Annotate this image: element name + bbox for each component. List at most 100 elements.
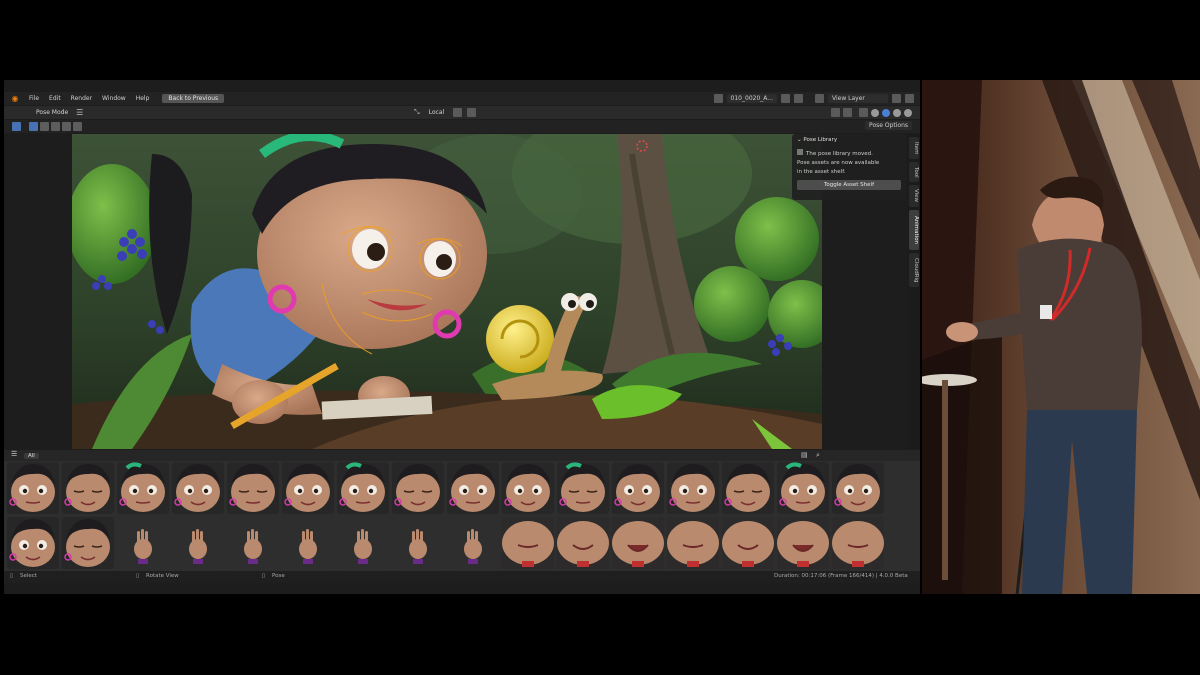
pose-options-dropdown[interactable]: Pose Options bbox=[865, 121, 912, 130]
pose-asset-thumbnail[interactable] bbox=[777, 517, 829, 569]
transform-tools: ⤡ Local bbox=[414, 106, 477, 119]
shading-controls bbox=[831, 106, 912, 119]
pose-asset-thumbnail[interactable] bbox=[612, 517, 664, 569]
tool-header: Pose Options bbox=[4, 120, 920, 133]
pose-library-title: Pose Library bbox=[803, 137, 838, 143]
status-rotate-view: Rotate View bbox=[146, 573, 179, 579]
solid-shading-icon[interactable] bbox=[882, 108, 890, 117]
top-menubar: ◉ File Edit Render Window Help Back to P… bbox=[4, 92, 920, 105]
pose-asset-thumbnail[interactable] bbox=[667, 517, 719, 569]
pose-asset-thumbnail[interactable] bbox=[7, 517, 59, 569]
delete-view-layer-icon[interactable] bbox=[905, 94, 914, 103]
pose-asset-thumbnail[interactable] bbox=[62, 517, 114, 569]
pose-asset-thumbnail[interactable] bbox=[337, 462, 389, 514]
search-icon[interactable]: ⌕ bbox=[816, 451, 820, 460]
pose-asset-thumbnail[interactable] bbox=[227, 462, 279, 514]
catalog-tab-all[interactable]: All bbox=[24, 452, 39, 459]
snap-icon[interactable] bbox=[467, 108, 477, 117]
pose-library-panel: ⌄ Pose Library The pose library moved. P… bbox=[792, 134, 906, 200]
pose-asset-thumbnail[interactable] bbox=[117, 462, 169, 514]
pose-asset-thumbnail[interactable] bbox=[612, 462, 664, 514]
pose-asset-thumbnail[interactable] bbox=[722, 462, 774, 514]
menu-render[interactable]: Render bbox=[66, 95, 97, 102]
pose-asset-thumbnail[interactable] bbox=[172, 517, 224, 569]
tab-animation[interactable]: Animation bbox=[909, 210, 919, 250]
pose-asset-thumbnail[interactable] bbox=[7, 462, 59, 514]
pose-asset-thumbnail[interactable] bbox=[282, 462, 334, 514]
pose-asset-thumbnail[interactable] bbox=[832, 462, 884, 514]
menu-icon[interactable]: ☰ bbox=[76, 108, 83, 117]
pose-asset-thumbnail[interactable] bbox=[502, 462, 554, 514]
scene-icon[interactable] bbox=[713, 94, 723, 103]
tab-item[interactable]: Item bbox=[909, 137, 919, 159]
pose-asset-thumbnail[interactable] bbox=[227, 517, 279, 569]
pose-asset-thumbnail[interactable] bbox=[777, 462, 829, 514]
3d-viewport[interactable] bbox=[72, 134, 822, 449]
pose-asset-thumbnail[interactable] bbox=[282, 517, 334, 569]
speaker-photo bbox=[922, 80, 1200, 594]
scene-selector[interactable]: 010_0020_A... bbox=[726, 94, 777, 103]
pose-library-line2: in the asset shelf. bbox=[797, 169, 846, 175]
toggle-asset-shelf-button[interactable]: Toggle Asset Shelf bbox=[797, 180, 901, 190]
pose-asset-thumbnail[interactable] bbox=[447, 462, 499, 514]
pose-asset-thumbnail[interactable] bbox=[62, 462, 114, 514]
mouse-left-icon: ▯ bbox=[10, 573, 14, 579]
tab-view[interactable]: View bbox=[909, 185, 919, 207]
view-layer-icon[interactable] bbox=[815, 94, 824, 103]
pose-asset-thumbnail[interactable] bbox=[557, 517, 609, 569]
copy-scene-icon[interactable] bbox=[781, 94, 790, 103]
pose-library-line1: Pose assets are now available bbox=[797, 160, 880, 166]
gizmo-icon[interactable] bbox=[831, 108, 840, 117]
pose-asset-thumbnail[interactable] bbox=[557, 462, 609, 514]
mode-selector[interactable]: Pose Mode bbox=[32, 108, 72, 117]
mouse-right-icon: ▯ bbox=[262, 573, 266, 579]
copy-view-layer-icon[interactable] bbox=[892, 94, 901, 103]
pose-asset-thumbnail[interactable] bbox=[667, 462, 719, 514]
blender-window: ◉ File Edit Render Window Help Back to P… bbox=[4, 80, 920, 594]
viewport-render bbox=[72, 134, 822, 449]
orientation-selector[interactable]: Local bbox=[425, 108, 449, 117]
select-mode-subtract-icon[interactable] bbox=[51, 122, 60, 131]
pose-asset-thumbnail[interactable] bbox=[172, 462, 224, 514]
menu-edit[interactable]: Edit bbox=[44, 95, 66, 102]
status-info: Duration: 00:17:06 (Frame 166/414) | 4.0… bbox=[774, 573, 908, 579]
material-shading-icon[interactable] bbox=[893, 108, 901, 117]
rendered-shading-icon[interactable] bbox=[904, 108, 912, 117]
select-mode-extend-icon[interactable] bbox=[40, 122, 49, 131]
status-select: Select bbox=[20, 573, 37, 579]
tab-cloudrig[interactable]: CloudRig bbox=[909, 253, 919, 287]
status-pose: Pose bbox=[272, 573, 285, 579]
menu-file[interactable]: File bbox=[24, 95, 44, 102]
tab-tool[interactable]: Tool bbox=[909, 162, 919, 182]
pose-asset-thumbnail[interactable] bbox=[832, 517, 884, 569]
select-mode-new-icon[interactable] bbox=[29, 122, 38, 131]
wireframe-shading-icon[interactable] bbox=[871, 108, 879, 117]
back-to-previous-button[interactable]: Back to Previous bbox=[162, 94, 225, 103]
pose-asset-thumbnail[interactable] bbox=[447, 517, 499, 569]
select-tool-icon[interactable] bbox=[12, 122, 21, 131]
asset-shelf-header: ☰ All ▤ ⌕ bbox=[4, 450, 920, 461]
overlay-icon[interactable] bbox=[843, 108, 852, 117]
menu-help[interactable]: Help bbox=[131, 95, 155, 102]
topbar-right: 010_0020_A... View Layer bbox=[713, 92, 914, 105]
pose-asset-thumbnail[interactable] bbox=[392, 462, 444, 514]
delete-scene-icon[interactable] bbox=[794, 94, 803, 103]
blender-logo-icon[interactable]: ◉ bbox=[10, 94, 20, 104]
view-layer-selector[interactable]: View Layer bbox=[828, 94, 888, 103]
pose-asset-thumbnail[interactable] bbox=[502, 517, 554, 569]
pose-asset-thumbnail[interactable] bbox=[117, 517, 169, 569]
viewport-header: Pose Mode ☰ ⤡ Local bbox=[4, 106, 920, 119]
pose-asset-thumbnail[interactable] bbox=[722, 517, 774, 569]
menu-window[interactable]: Window bbox=[97, 95, 131, 102]
xray-icon[interactable] bbox=[859, 108, 868, 117]
select-mode-intersect-icon[interactable] bbox=[73, 122, 82, 131]
pose-asset-thumbnail[interactable] bbox=[337, 517, 389, 569]
hamburger-menu-icon[interactable]: ☰ bbox=[11, 450, 17, 458]
status-bar: ▯ Select ▯ Rotate View ▯ Pose Duration: … bbox=[4, 571, 920, 583]
pivot-icon[interactable] bbox=[453, 108, 463, 117]
select-mode-invert-icon[interactable] bbox=[62, 122, 71, 131]
pose-asset-thumbnail[interactable] bbox=[392, 517, 444, 569]
display-settings-icon[interactable]: ▤ bbox=[801, 451, 808, 459]
info-icon bbox=[797, 149, 803, 155]
orientation-icon[interactable]: ⤡ bbox=[414, 108, 420, 117]
